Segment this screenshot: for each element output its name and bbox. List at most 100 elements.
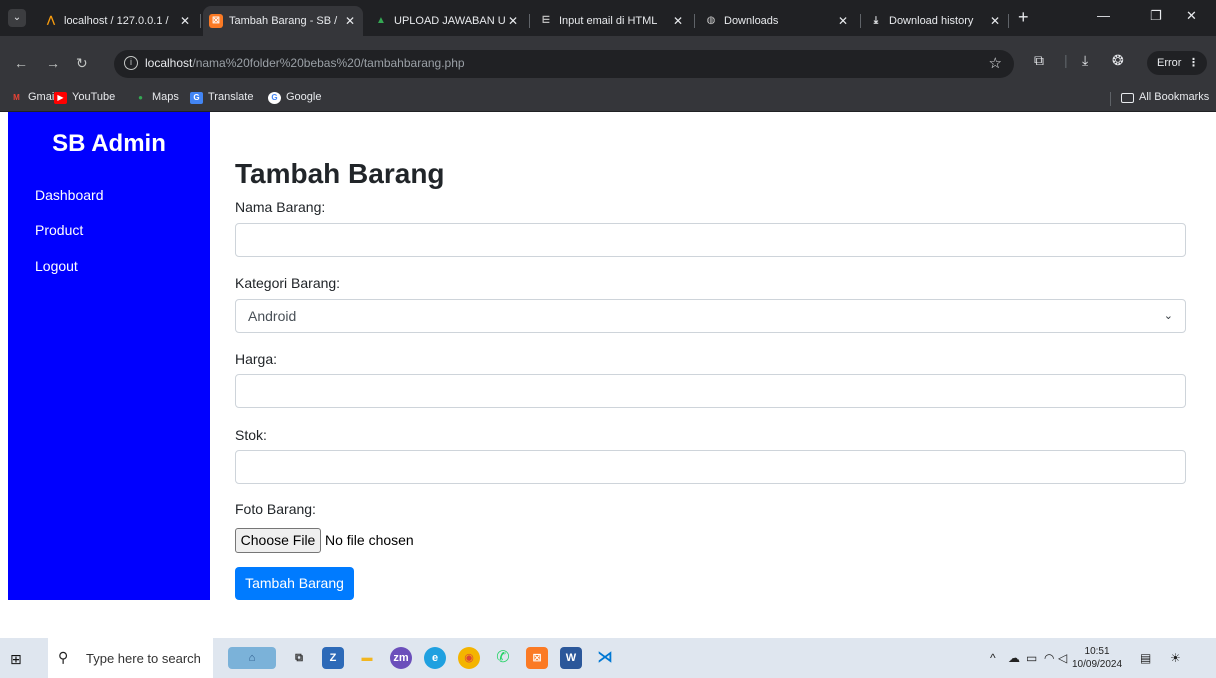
- folder-icon: [1121, 93, 1134, 103]
- tab-phpmyadmin[interactable]: ⋀ localhost / 127.0.0.1 / ✕: [38, 6, 198, 36]
- forward-icon[interactable]: →: [46, 56, 60, 70]
- kebab-menu-icon[interactable]: ⋮: [1188, 51, 1199, 75]
- tab-divider: [694, 14, 695, 28]
- search-highlight-icon[interactable]: ⌂: [228, 647, 276, 669]
- all-bookmarks-button[interactable]: All Bookmarks: [1121, 91, 1209, 103]
- close-icon[interactable]: ✕: [838, 6, 848, 36]
- choose-file-button[interactable]: Choose File: [235, 528, 321, 553]
- maps-pin-icon: ●: [138, 93, 143, 102]
- xampp-icon[interactable]: ⊠: [526, 647, 548, 669]
- url-text[interactable]: localhost/nama%20folder%20bebas%20/tamba…: [145, 56, 465, 70]
- kategori-barang-label: Kategori Barang:: [235, 275, 341, 291]
- task-view-icon[interactable]: ⧉: [288, 647, 310, 669]
- sidebar-item-dashboard[interactable]: Dashboard: [35, 187, 104, 203]
- bookmark-maps[interactable]: ● Maps: [134, 91, 179, 103]
- tab-divider: [529, 14, 530, 28]
- tab-input-email[interactable]: ⋿ Input email di HTML ✕: [533, 6, 691, 36]
- google-icon: G: [268, 92, 281, 104]
- nama-barang-input[interactable]: [235, 223, 1186, 257]
- tab-download-history[interactable]: ⤓ Download history ✕: [863, 6, 1008, 36]
- stok-input[interactable]: [235, 450, 1186, 484]
- reload-icon[interactable]: ↻: [76, 56, 88, 70]
- youtube-icon: ▶: [54, 92, 67, 104]
- harga-input[interactable]: [235, 374, 1186, 408]
- phpmyadmin-icon: ⋀: [46, 15, 56, 26]
- bookmark-label: Translate: [208, 91, 254, 103]
- bookmark-star-icon[interactable]: ☆: [989, 54, 1002, 72]
- google-drive-icon: ▲: [376, 15, 386, 26]
- search-placeholder: Type here to search: [86, 651, 201, 666]
- windows-start-icon[interactable]: ⊞: [10, 651, 22, 668]
- system-clock[interactable]: 10:51 10/09/2024: [1072, 645, 1122, 671]
- foto-barang-label: Foto Barang:: [235, 501, 316, 517]
- taskbar-search-box[interactable]: ⚲ Type here to search: [48, 638, 213, 678]
- stok-label: Stok:: [235, 427, 267, 443]
- chevron-down-icon: ⌄: [1163, 310, 1173, 322]
- clock-date: 10/09/2024: [1072, 659, 1123, 670]
- edge-icon[interactable]: e: [424, 647, 446, 669]
- harga-label: Harga:: [235, 351, 278, 367]
- close-icon[interactable]: ✕: [180, 6, 190, 36]
- clock-time: 10:51: [1084, 646, 1110, 657]
- sidebar-item-product[interactable]: Product: [35, 222, 83, 238]
- volume-icon[interactable]: ◁: [1058, 651, 1067, 665]
- tab-divider: [860, 14, 861, 28]
- site-info-icon[interactable]: i: [124, 56, 138, 70]
- close-icon[interactable]: ✕: [673, 6, 683, 36]
- weather-icon[interactable]: ☀: [1170, 651, 1181, 665]
- tab-tambah-barang[interactable]: ⊠ Tambah Barang - SB / ✕: [203, 6, 363, 36]
- sidebar: SB Admin Dashboard Product Logout: [8, 112, 210, 600]
- tab-upload-jawaban[interactable]: ▲ UPLOAD JAWABAN U ✕: [368, 6, 526, 36]
- xampp-icon: ⊠: [209, 14, 223, 28]
- wifi-icon[interactable]: ◠: [1044, 651, 1054, 665]
- tab-divider: [1008, 14, 1009, 28]
- tab-downloads[interactable]: ◍ Downloads ✕: [698, 6, 856, 36]
- bookmark-youtube[interactable]: ▶ YouTube: [54, 91, 115, 104]
- toolbar-divider: |: [1064, 52, 1068, 68]
- profile-avatar-icon[interactable]: ❂: [1112, 52, 1124, 69]
- kategori-barang-select[interactable]: Android ⌄: [235, 299, 1186, 333]
- tab-title: Download history: [889, 15, 974, 27]
- stackoverflow-icon: ⋿: [541, 15, 551, 26]
- extensions-icon[interactable]: ⧉: [1034, 52, 1044, 69]
- new-tab-icon[interactable]: +: [1018, 8, 1029, 26]
- file-status-text: No file chosen: [325, 532, 414, 548]
- bookmark-translate[interactable]: G Translate: [190, 91, 254, 104]
- tab-divider: [200, 14, 201, 28]
- battery-icon[interactable]: ▭: [1026, 651, 1037, 665]
- close-icon[interactable]: ✕: [345, 6, 355, 36]
- whatsapp-icon[interactable]: ✆: [492, 647, 514, 669]
- close-icon[interactable]: ✕: [990, 6, 1000, 36]
- profile-error-label: Error: [1157, 57, 1182, 69]
- close-window-icon[interactable]: ✕: [1186, 8, 1197, 24]
- word-icon[interactable]: W: [560, 647, 582, 669]
- close-icon[interactable]: ✕: [508, 6, 518, 36]
- profile-error-button[interactable]: Error ⋮: [1147, 51, 1207, 75]
- browser-tab-bar: ⌄ ⋀ localhost / 127.0.0.1 / ✕ ⊠ Tambah B…: [0, 0, 1216, 36]
- bookmarks-bar: M Gmail ▶ YouTube ● Maps G Translate G G…: [0, 86, 1216, 112]
- restore-icon[interactable]: ❐: [1150, 8, 1162, 24]
- file-explorer-icon[interactable]: ▬: [356, 647, 378, 669]
- onedrive-icon[interactable]: ☁: [1008, 651, 1020, 665]
- tab-title: Input email di HTML: [559, 15, 658, 27]
- back-icon[interactable]: ←: [14, 56, 28, 70]
- bookmark-gmail[interactable]: M Gmail: [10, 91, 57, 103]
- address-bar[interactable]: i localhost/nama%20folder%20bebas%20/tam…: [114, 50, 1014, 78]
- notifications-icon[interactable]: ▤: [1140, 651, 1151, 665]
- url-path: /nama%20folder%20bebas%20/tambahbarang.p…: [192, 56, 465, 70]
- bookmark-label: Maps: [152, 91, 179, 103]
- sidebar-item-logout[interactable]: Logout: [35, 258, 78, 274]
- url-host: localhost: [145, 56, 193, 70]
- vscode-icon[interactable]: ⋊: [594, 647, 616, 669]
- tambah-barang-button[interactable]: Tambah Barang: [235, 567, 354, 600]
- tab-search-icon[interactable]: ⌄: [8, 9, 26, 27]
- downloads-icon[interactable]: ⤓: [1082, 52, 1088, 69]
- gmail-icon: M: [13, 93, 20, 102]
- app-icon[interactable]: Z: [322, 647, 344, 669]
- nama-barang-label: Nama Barang:: [235, 199, 326, 215]
- bookmark-google[interactable]: G Google: [268, 91, 321, 104]
- chrome-icon[interactable]: ◉: [458, 647, 480, 669]
- minimize-icon[interactable]: —: [1097, 8, 1110, 23]
- zoom-icon[interactable]: zm: [390, 647, 412, 669]
- show-hidden-icons-icon[interactable]: ^: [990, 651, 996, 665]
